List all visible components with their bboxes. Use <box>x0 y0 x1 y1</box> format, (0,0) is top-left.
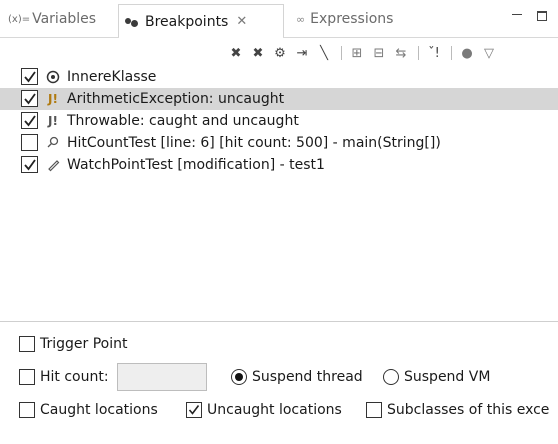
expand-all-icon[interactable]: ⊞ <box>347 43 367 63</box>
uncaught-locations-label: Uncaught locations <box>207 402 342 418</box>
toolbar-separator <box>341 46 342 60</box>
caught-locations-checkbox[interactable] <box>19 402 35 418</box>
tab-variables[interactable]: (x)= Variables <box>8 0 96 38</box>
goto-file-icon[interactable]: ⇥ <box>292 43 312 63</box>
hit-count-label: Hit count: <box>40 369 109 385</box>
breakpoint-label: ArithmeticException: uncaught <box>67 91 285 107</box>
skip-all-icon[interactable]: ╲ <box>314 43 334 63</box>
variables-icon: (x)= <box>8 13 31 25</box>
class-load-breakpoint-icon <box>45 69 61 85</box>
breakpoint-checkbox[interactable] <box>21 156 38 173</box>
suspend-thread-label: Suspend thread <box>252 369 363 385</box>
uncaught-locations-checkbox[interactable] <box>186 402 202 418</box>
tab-expressions[interactable]: ∞ Expressions <box>296 0 393 38</box>
breakpoints-icon <box>125 16 141 28</box>
tab-breakpoints[interactable]: Breakpoints ✕ <box>118 4 284 38</box>
close-icon[interactable]: ✕ <box>236 14 247 29</box>
collapse-all-icon[interactable]: ⊟ <box>369 43 389 63</box>
remove-icon[interactable]: ✖ <box>226 43 246 63</box>
show-supported-icon[interactable]: ⚙ <box>270 43 290 63</box>
breakpoint-label: InnereKlasse <box>67 69 157 85</box>
hit-count-input[interactable] <box>116 363 207 391</box>
suspend-vm-radio[interactable] <box>383 369 399 385</box>
breakpoint-label: WatchPointTest [modification] - test1 <box>67 157 325 173</box>
suspend-vm-label: Suspend VM <box>404 369 491 385</box>
breakpoint-checkbox[interactable] <box>21 134 38 151</box>
breakpoint-checkbox[interactable] <box>21 90 38 107</box>
breakpoint-label: Throwable: caught and uncaught <box>67 113 299 129</box>
remove-all-icon[interactable]: ✖︎ <box>248 43 268 63</box>
hit-count-option: Hit count: <box>19 363 207 391</box>
subclasses-checkbox[interactable] <box>366 402 382 418</box>
breakpoint-checkbox[interactable] <box>21 68 38 85</box>
subclasses-option[interactable]: Subclasses of this exce <box>366 402 549 418</box>
view-menu-icon[interactable]: ▽ <box>479 43 499 63</box>
expressions-icon: ∞ <box>296 12 306 26</box>
tab-expressions-label: Expressions <box>310 11 394 27</box>
breakpoint-checkbox[interactable] <box>21 112 38 129</box>
list-item[interactable]: J! ArithmeticException: uncaught <box>0 88 558 110</box>
list-item[interactable]: HitCountTest [line: 6] [hit count: 500] … <box>0 132 558 154</box>
caught-locations-label: Caught locations <box>40 402 158 418</box>
list-item[interactable]: J! Throwable: caught and uncaught <box>0 110 558 132</box>
breakpoint-label: HitCountTest [line: 6] [hit count: 500] … <box>67 135 441 151</box>
list-item[interactable]: WatchPointTest [modification] - test1 <box>0 154 558 176</box>
uncaught-locations-option[interactable]: Uncaught locations <box>186 402 342 418</box>
suspend-thread-radio[interactable] <box>231 369 247 385</box>
add-java-exception-icon[interactable]: ˇ! <box>424 43 444 63</box>
trigger-point-checkbox[interactable] <box>19 336 35 352</box>
subclasses-label: Subclasses of this exce <box>387 402 550 418</box>
link-with-view-icon[interactable]: ⇆ <box>391 43 411 63</box>
toolbar-separator <box>451 46 452 60</box>
suspend-thread-option[interactable]: Suspend thread <box>231 369 363 385</box>
breakpoint-types-icon[interactable]: ● <box>457 43 477 63</box>
trigger-point-option[interactable]: Trigger Point <box>19 336 128 352</box>
list-item[interactable]: InnereKlasse <box>0 66 558 88</box>
maximize-icon[interactable] <box>537 11 547 21</box>
view-tab-bar: (x)= Variables Breakpoints ✕ ∞ Expressio… <box>0 0 558 38</box>
breakpoints-toolbar: ✖ ✖︎ ⚙ ⇥ ╲ ⊞ ⊟ ⇆ ˇ! ● ▽ <box>226 42 558 64</box>
tab-breakpoints-label: Breakpoints <box>145 13 229 30</box>
toolbar-separator <box>418 46 419 60</box>
breakpoint-list: InnereKlasse J! ArithmeticException: unc… <box>0 66 558 312</box>
caught-locations-option[interactable]: Caught locations <box>19 402 158 418</box>
suspend-vm-option[interactable]: Suspend VM <box>383 369 490 385</box>
watchpoint-icon <box>45 157 61 173</box>
tab-variables-label: Variables <box>32 11 97 27</box>
line-breakpoint-icon <box>45 135 61 151</box>
minimize-icon[interactable] <box>512 14 522 15</box>
exception-breakpoint-icon: J! <box>48 114 58 128</box>
hit-count-checkbox[interactable] <box>19 369 35 385</box>
exception-breakpoint-icon: J! <box>48 92 58 106</box>
details-divider <box>0 321 558 322</box>
trigger-point-label: Trigger Point <box>40 336 128 352</box>
